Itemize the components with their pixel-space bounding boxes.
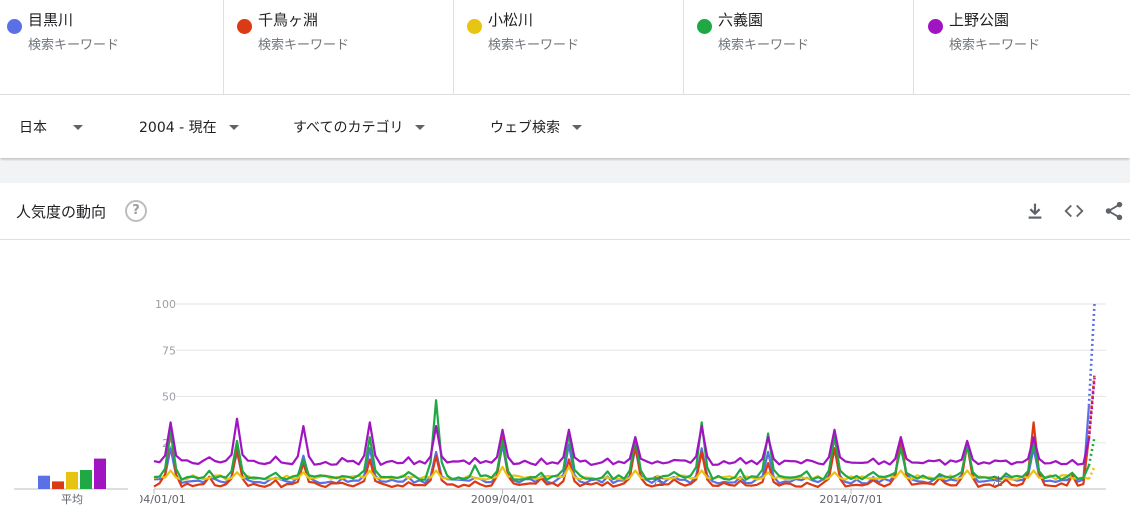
annotation-marker[interactable]: 注 <box>653 474 664 488</box>
share-icon[interactable] <box>1103 200 1125 222</box>
annotation-marker[interactable]: 注 <box>992 474 1003 488</box>
term-type: 検索キーワード <box>949 38 1041 53</box>
term-type: 検索キーワード <box>488 38 580 53</box>
series-line <box>153 405 1090 485</box>
region-dropdown[interactable]: 日本 <box>19 117 83 137</box>
question-circle-icon[interactable]: ? <box>125 200 147 222</box>
series-projection-line <box>1087 436 1096 466</box>
category-dropdown-label: すべてのカテゴリ <box>293 120 404 136</box>
term-card-rikugien[interactable]: 六義園 検索キーワード <box>684 0 914 94</box>
term-color-dot <box>467 19 482 34</box>
term-card-meguro[interactable]: 目黒川 検索キーワード <box>0 0 224 94</box>
term-color-dot <box>697 19 712 34</box>
download-icon[interactable] <box>1024 200 1046 222</box>
x-tick-label: 2014/07/01 <box>819 493 882 506</box>
term-name: 目黒川 <box>28 11 74 29</box>
term-type: 検索キーワード <box>28 38 120 53</box>
term-name: 小松川 <box>488 11 534 29</box>
term-name: 上野公園 <box>949 11 1010 29</box>
average-bar <box>52 481 64 489</box>
chevron-down-icon <box>228 124 239 130</box>
search-type-dropdown[interactable]: ウェブ検索 <box>490 117 582 137</box>
average-label: 平均 <box>61 493 83 506</box>
average-bar <box>94 458 106 489</box>
series-projection-line <box>1087 303 1096 406</box>
average-bar <box>66 471 78 489</box>
term-name: 千鳥ヶ淵 <box>258 11 319 29</box>
x-tick-label: 2009/04/01 <box>471 493 534 506</box>
term-color-dot <box>928 19 943 34</box>
x-tick-label: 2004/01/01 <box>140 493 186 506</box>
chevron-down-icon <box>73 124 83 130</box>
filter-bar: 日本 2004 - 現在 すべてのカテゴリ ウェブ検索 <box>0 95 1130 158</box>
period-dropdown-label: 2004 - 現在 <box>139 120 217 136</box>
term-card-chidorigafuchi[interactable]: 千鳥ヶ淵 検索キーワード <box>224 0 454 94</box>
region-dropdown-label: 日本 <box>19 120 47 136</box>
comparison-terms-bar: 目黒川 検索キーワード 千鳥ヶ淵 検索キーワード 小松川 検索キーワード 六義園… <box>0 0 1130 95</box>
embed-code-icon[interactable] <box>1063 200 1085 222</box>
term-type: 検索キーワード <box>258 38 350 53</box>
panel-title: 人気度の動向 <box>16 203 107 221</box>
y-tick-label: 50 <box>162 391 176 404</box>
chevron-down-icon <box>572 124 582 130</box>
y-tick-label: 100 <box>155 298 176 311</box>
term-color-dot <box>7 19 22 34</box>
term-card-ueno-park[interactable]: 上野公園 検索キーワード <box>914 0 1130 94</box>
category-dropdown[interactable]: すべてのカテゴリ <box>293 117 426 137</box>
average-bar <box>38 475 50 489</box>
interest-line-chart: 255075100 2004/01/012009/04/012014/07/01… <box>140 298 1106 506</box>
section-gap <box>0 161 1130 183</box>
average-bar-chart: 平均 <box>14 458 128 506</box>
series-line <box>153 399 1090 481</box>
y-tick-label: 75 <box>162 344 176 357</box>
interest-over-time-header: 人気度の動向 ? <box>0 184 1130 240</box>
term-name: 六義園 <box>718 11 764 29</box>
term-color-dot <box>237 19 252 34</box>
term-type: 検索キーワード <box>718 38 810 53</box>
term-card-komatsugawa[interactable]: 小松川 検索キーワード <box>454 0 684 94</box>
series-projection-line <box>1087 466 1096 480</box>
period-dropdown[interactable]: 2004 - 現在 <box>139 117 239 137</box>
chevron-down-icon <box>415 124 426 130</box>
series-line <box>153 417 1090 466</box>
average-bar <box>80 470 92 489</box>
search-type-dropdown-label: ウェブ検索 <box>490 120 560 136</box>
